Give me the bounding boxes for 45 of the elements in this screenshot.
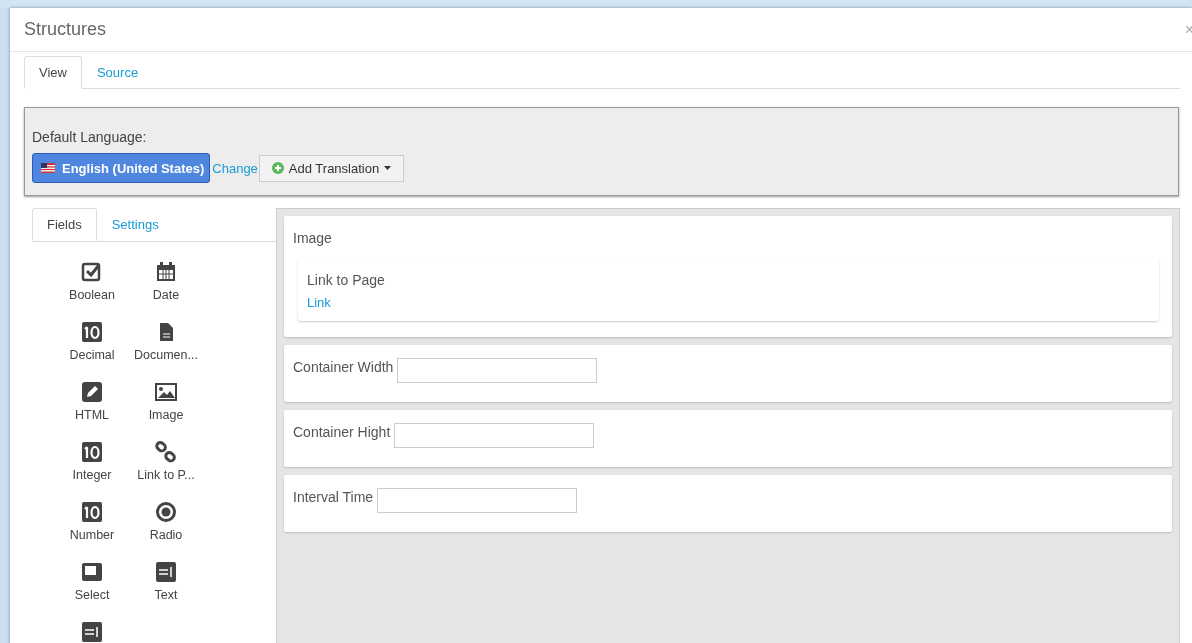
nested-field-card[interactable]: Link to Page Link xyxy=(298,259,1159,321)
input-field[interactable] xyxy=(377,488,578,513)
field-card[interactable]: Image Link to Page Link xyxy=(284,216,1172,337)
dialog-title: Structures xyxy=(24,19,107,40)
language-button[interactable]: English (United States) xyxy=(32,153,211,183)
chain-icon xyxy=(155,441,177,463)
select-icon xyxy=(81,561,103,583)
field-type-item[interactable]: Date xyxy=(129,261,203,313)
field-label: Container Hight xyxy=(293,424,391,440)
field-label: Link to Page xyxy=(307,272,386,288)
plus-icon xyxy=(271,162,284,174)
number-icon xyxy=(81,441,103,463)
field-type-item[interactable]: Decimal xyxy=(55,321,129,373)
field-type-item[interactable]: Image xyxy=(129,381,203,433)
field-label: Interval Time xyxy=(293,489,374,505)
field-label: Image xyxy=(293,230,332,246)
input-field[interactable] xyxy=(394,423,595,448)
field-label: Container Width xyxy=(293,359,394,375)
tab[interactable]: Fields xyxy=(32,208,97,241)
field-type-item[interactable]: Link to P... xyxy=(129,441,203,493)
tab[interactable]: View xyxy=(24,56,82,89)
language-label: Default Language: xyxy=(32,129,148,145)
field-type-item[interactable]: Integer xyxy=(55,441,129,493)
field-type-item[interactable]: Number xyxy=(55,501,129,553)
field-type-item[interactable]: Text xyxy=(129,561,203,613)
field-type-item[interactable]: Radio xyxy=(129,501,203,553)
field-type-item[interactable]: Select xyxy=(55,561,129,613)
field-type-item[interactable]: HTML xyxy=(55,381,129,433)
pencil-icon xyxy=(81,381,103,403)
checkbox-icon xyxy=(81,261,103,283)
number-icon xyxy=(81,321,103,343)
field-card[interactable]: Container Width xyxy=(284,345,1172,402)
field-type-item[interactable]: Boolean xyxy=(55,261,129,313)
input-field[interactable] xyxy=(397,358,598,383)
text-icon xyxy=(155,561,177,583)
number-icon xyxy=(81,501,103,523)
caret-icon xyxy=(384,166,392,170)
field-card[interactable]: Interval Time xyxy=(284,475,1172,532)
field-type-item[interactable]: Documen... xyxy=(129,321,203,373)
field-card[interactable]: Container Hight xyxy=(284,410,1172,467)
radio-icon xyxy=(155,501,177,523)
image-icon xyxy=(155,381,177,403)
add-translation-button[interactable]: Add Translation xyxy=(258,154,405,182)
flag-icon xyxy=(41,163,55,173)
calendar-icon xyxy=(155,261,177,283)
